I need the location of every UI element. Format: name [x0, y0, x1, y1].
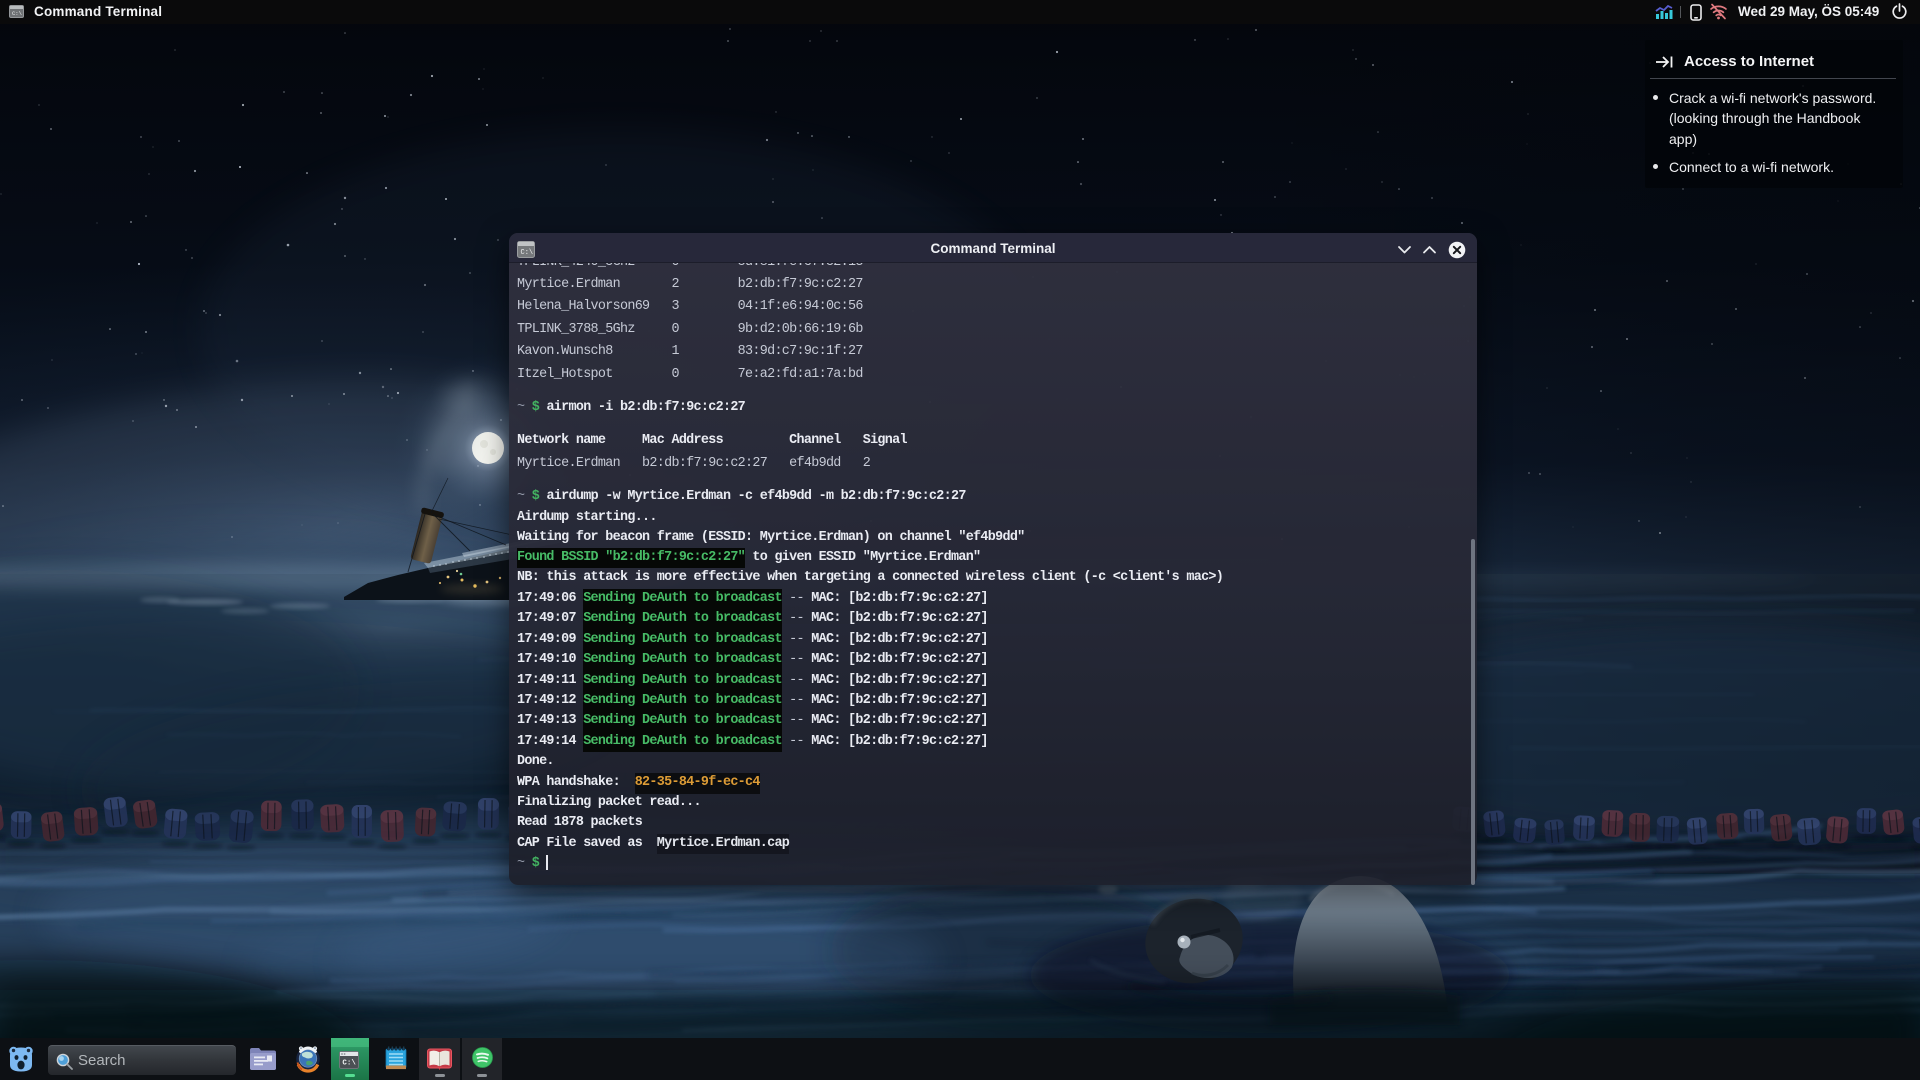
svg-text:C:\: C:\	[342, 1060, 356, 1068]
svg-text:C:\: C:\	[12, 10, 22, 17]
